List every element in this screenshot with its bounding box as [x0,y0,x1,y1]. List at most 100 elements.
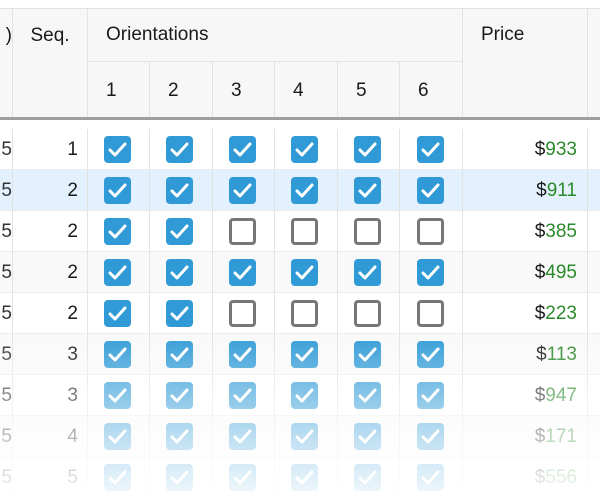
cell-divider [149,334,150,375]
orientation-1-checkbox[interactable] [104,259,131,286]
orientation-4-checkbox[interactable] [291,382,318,409]
orientation-4-checkbox[interactable] [291,300,318,327]
header-orientation-6[interactable]: 6 [400,62,463,120]
orientation-2-checkbox[interactable] [166,136,193,163]
header-cut-column[interactable]: ) [0,9,12,120]
orientation-4-checkbox[interactable] [291,259,318,286]
cell-divider [149,129,150,170]
orientation-2-checkbox[interactable] [166,259,193,286]
cell-divider [587,375,588,416]
header-orientation-5[interactable]: 5 [338,62,400,120]
cell-divider [587,170,588,211]
cell-divider [274,170,275,211]
row-seq-value: 2 [67,303,78,324]
orientation-5-checkbox[interactable] [354,177,381,204]
orientation-4-checkbox[interactable] [291,423,318,450]
orientation-2-checkbox[interactable] [166,218,193,245]
price-amount: 113 [546,344,577,365]
header-seq[interactable]: Seq. [13,9,87,120]
cell-divider [399,416,400,457]
cell-divider [399,170,400,211]
cell-divider [337,129,338,170]
table-row[interactable]: 5 1 $933 [0,129,600,170]
cell-divider [274,334,275,375]
cell-divider [12,416,13,457]
table-row[interactable]: 5 5 $556 [0,457,600,498]
orientation-3-checkbox[interactable] [229,136,256,163]
orientation-3-checkbox[interactable] [229,464,256,491]
orientation-5-checkbox[interactable] [354,218,381,245]
orientation-3-checkbox[interactable] [229,300,256,327]
cell-divider [462,129,463,170]
orientation-1-checkbox[interactable] [104,218,131,245]
cell-divider [12,457,13,498]
orientation-5-checkbox[interactable] [354,341,381,368]
orientation-6-checkbox[interactable] [417,300,444,327]
orientation-6-checkbox[interactable] [417,341,444,368]
table-row[interactable]: 5 2 $911 [0,170,600,211]
orientation-3-checkbox[interactable] [229,423,256,450]
orientation-5-checkbox[interactable] [354,136,381,163]
cell-divider [274,293,275,334]
cell-divider [337,170,338,211]
orientation-4-checkbox[interactable] [291,464,318,491]
orientation-1-checkbox[interactable] [104,341,131,368]
orientation-6-checkbox[interactable] [417,218,444,245]
header-orientation-4[interactable]: 4 [275,62,338,120]
header-orientation-3[interactable]: 3 [213,62,275,120]
orientation-4-checkbox[interactable] [291,341,318,368]
orientation-5-checkbox[interactable] [354,423,381,450]
orientation-3-checkbox[interactable] [229,382,256,409]
orientation-6-checkbox[interactable] [417,464,444,491]
row-seq-value: 4 [67,426,78,447]
orientation-2-checkbox[interactable] [166,341,193,368]
table-row[interactable]: 5 2 $495 [0,252,600,293]
row-seq-value: 3 [67,344,78,365]
cell-divider [212,170,213,211]
orientation-1-checkbox[interactable] [104,423,131,450]
cell-divider [12,129,13,170]
row-cut-value: 5 [1,426,12,447]
orientation-1-checkbox[interactable] [104,177,131,204]
orientation-3-checkbox[interactable] [229,177,256,204]
orientation-2-checkbox[interactable] [166,464,193,491]
orientation-4-checkbox[interactable] [291,136,318,163]
row-price: $933 [470,129,577,170]
orientation-1-checkbox[interactable] [104,382,131,409]
orientation-2-checkbox[interactable] [166,300,193,327]
orientation-5-checkbox[interactable] [354,300,381,327]
orientation-5-checkbox[interactable] [354,382,381,409]
header-orientation-1[interactable]: 1 [88,62,150,120]
table-row[interactable]: 5 3 $947 [0,375,600,416]
table-row[interactable]: 5 2 $223 [0,293,600,334]
orientation-4-checkbox[interactable] [291,177,318,204]
cell-divider [399,293,400,334]
cell-divider [274,416,275,457]
orientation-1-checkbox[interactable] [104,464,131,491]
price-amount: 933 [545,139,577,160]
orientation-3-checkbox[interactable] [229,341,256,368]
currency-symbol: $ [534,139,546,160]
orientation-6-checkbox[interactable] [417,136,444,163]
orientation-1-checkbox[interactable] [104,136,131,163]
orientation-3-checkbox[interactable] [229,218,256,245]
table-row[interactable]: 5 4 $171 [0,416,600,457]
orientation-6-checkbox[interactable] [417,382,444,409]
orientation-1-checkbox[interactable] [104,300,131,327]
header-orientations[interactable]: Orientations [88,9,462,61]
orientation-2-checkbox[interactable] [166,382,193,409]
orientation-3-checkbox[interactable] [229,259,256,286]
orientation-6-checkbox[interactable] [417,177,444,204]
header-price[interactable]: Price [463,9,588,120]
table-row[interactable]: 5 2 $385 [0,211,600,252]
table-row[interactable]: 5 3 $113 [0,334,600,375]
orientation-2-checkbox[interactable] [166,177,193,204]
header-orientation-2[interactable]: 2 [150,62,213,120]
orientation-2-checkbox[interactable] [166,423,193,450]
cell-divider [462,293,463,334]
orientation-6-checkbox[interactable] [417,423,444,450]
orientation-6-checkbox[interactable] [417,259,444,286]
orientation-4-checkbox[interactable] [291,218,318,245]
orientation-5-checkbox[interactable] [354,464,381,491]
orientation-5-checkbox[interactable] [354,259,381,286]
